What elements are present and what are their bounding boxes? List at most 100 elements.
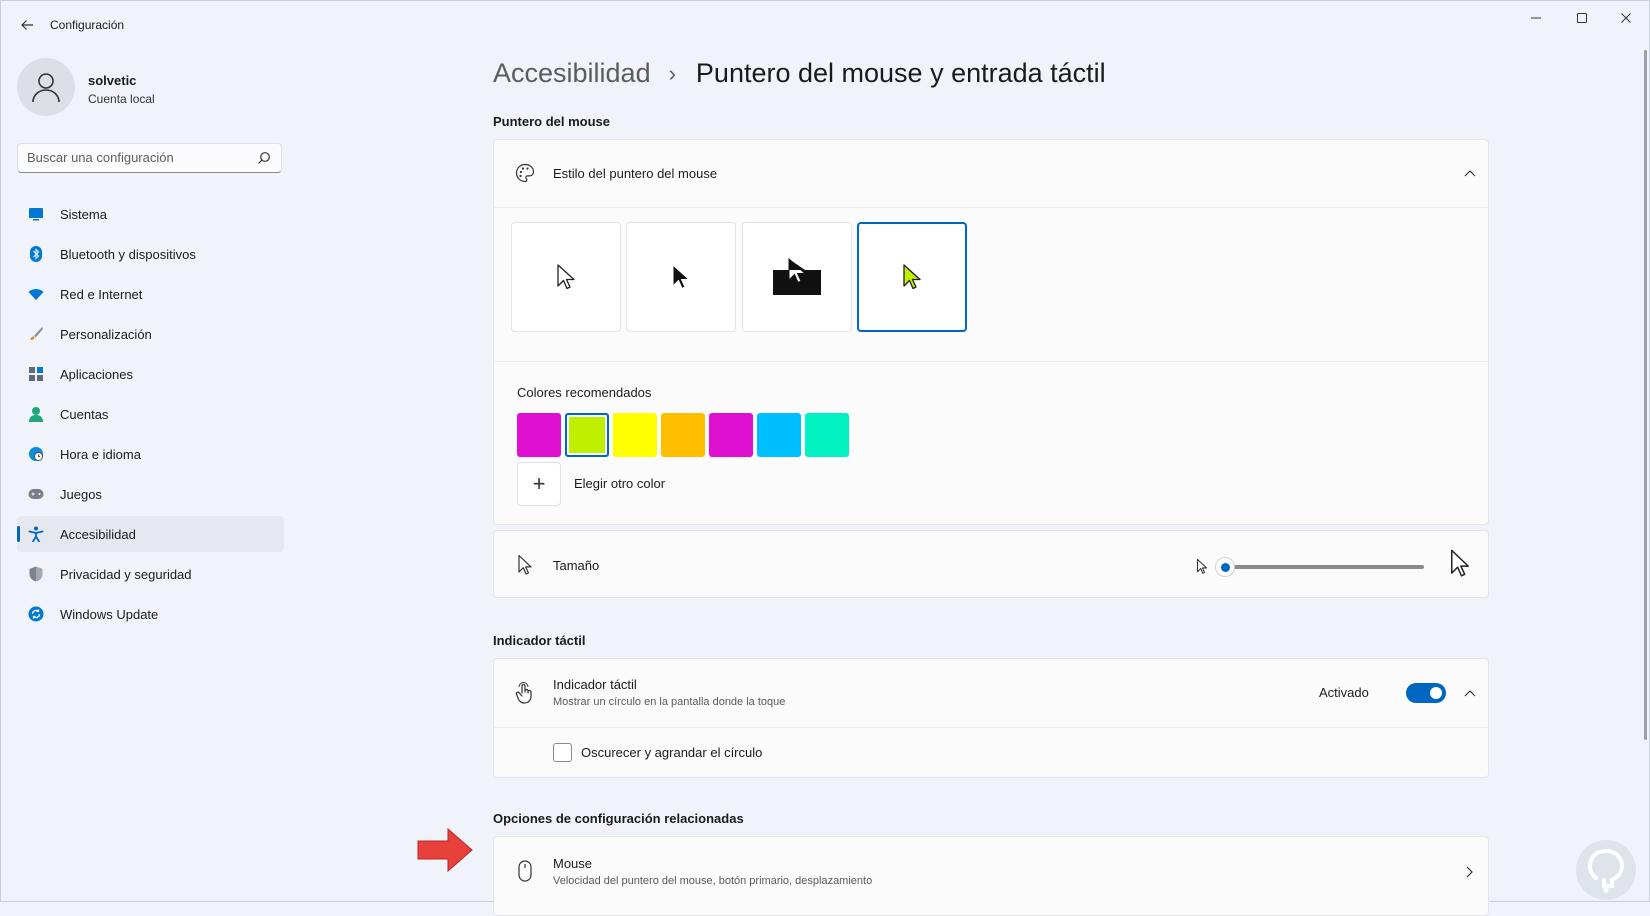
touch-indicator-toggle[interactable] [1406, 683, 1446, 703]
add-color-label: Elegir otro color [574, 476, 666, 491]
pointer-style-white[interactable] [511, 222, 621, 332]
toggle-knob [1430, 687, 1442, 699]
darken-circle-row: Oscurecer y agrandar el círculo [494, 727, 1488, 779]
user-icon [32, 73, 60, 103]
pointer-size-slider-thumb[interactable] [1216, 558, 1234, 576]
mouse-link-label: Mouse [553, 856, 593, 871]
mouse-icon [514, 860, 536, 882]
page-title: Puntero del mouse y entrada táctil [695, 58, 1106, 88]
globe-clock-icon [28, 446, 44, 462]
search-box[interactable] [17, 143, 282, 173]
sidebar-item-sistema[interactable]: Sistema [17, 196, 284, 232]
sidebar-item-personalizacion[interactable]: Personalización [17, 316, 284, 352]
sidebar-nav: Sistema Bluetooth y dispositivos Red e I… [17, 196, 284, 636]
divider [494, 207, 1488, 208]
breadcrumb: Accesibilidad › Puntero del mouse y entr… [493, 58, 1106, 89]
palette-icon [514, 162, 536, 184]
user-name: solvetic [88, 73, 137, 88]
color-swatch[interactable] [517, 413, 561, 457]
mouse-settings-link[interactable]: Mouse Velocidad del puntero del mouse, b… [493, 836, 1489, 916]
color-swatch[interactable] [757, 413, 801, 457]
maximize-button[interactable] [1559, 5, 1605, 31]
sidebar-item-label: Aplicaciones [60, 366, 133, 382]
breadcrumb-chevron-icon: › [668, 60, 676, 86]
pointer-style-card: Estilo del puntero del mouse Colores rec… [493, 139, 1489, 525]
mouse-link-description: Velocidad del puntero del mouse, botón p… [553, 875, 873, 887]
recommended-colors-label: Colores recomendados [517, 385, 652, 400]
maximize-icon [1577, 13, 1587, 23]
chevron-right-icon [1460, 862, 1480, 882]
section-title-mouse-pointer: Puntero del mouse [493, 114, 611, 129]
section-title-related: Opciones de configuración relacionadas [493, 811, 744, 826]
sidebar-item-windows-update[interactable]: Windows Update [17, 596, 284, 632]
sidebar-item-label: Cuentas [60, 406, 109, 422]
sidebar-item-aplicaciones[interactable]: Aplicaciones [17, 356, 284, 392]
sidebar-item-label: Red e Internet [60, 286, 143, 302]
search-input[interactable] [27, 150, 247, 165]
sidebar-item-label: Accesibilidad [60, 526, 136, 542]
account-icon [28, 406, 44, 422]
add-color-button[interactable]: + [517, 462, 561, 506]
touch-indicator-label: Indicador táctil [553, 677, 637, 692]
darken-circle-checkbox[interactable] [553, 743, 572, 762]
sidebar-item-hora[interactable]: Hora e idioma [17, 436, 284, 472]
sidebar-item-label: Hora e idioma [60, 446, 141, 462]
color-swatch[interactable] [709, 413, 753, 457]
pointer-style-custom[interactable] [857, 222, 967, 332]
system-icon [28, 206, 44, 222]
minimize-button[interactable] [1513, 5, 1559, 31]
search-icon[interactable] [257, 151, 271, 165]
brush-icon [28, 326, 44, 342]
color-swatch[interactable] [805, 413, 849, 457]
chevron-up-icon[interactable] [1460, 163, 1480, 183]
accessibility-icon [28, 526, 44, 542]
title-bar: Configuración [0, 0, 1650, 50]
inverted-pointer-icon [773, 257, 821, 295]
back-button[interactable] [14, 12, 40, 38]
color-swatch[interactable] [661, 413, 705, 457]
sidebar-item-juegos[interactable]: Juegos [17, 476, 284, 512]
white-pointer-icon [557, 264, 575, 290]
wifi-icon [28, 286, 44, 302]
sidebar-item-privacidad[interactable]: Privacidad y seguridad [17, 556, 284, 592]
breadcrumb-parent[interactable]: Accesibilidad [493, 58, 651, 89]
scrollbar[interactable] [1644, 50, 1647, 740]
sidebar-item-cuentas[interactable]: Cuentas [17, 396, 284, 432]
color-swatch[interactable] [565, 413, 609, 457]
account-type: Cuenta local [88, 92, 155, 106]
app-title: Configuración [50, 18, 125, 32]
minimize-icon [1531, 17, 1541, 19]
pointer-size-label: Tamaño [553, 558, 600, 573]
pointer-icon [514, 554, 536, 576]
close-button[interactable] [1603, 5, 1649, 31]
sidebar-item-label: Sistema [60, 206, 107, 222]
shield-icon [28, 566, 44, 582]
sidebar-item-bluetooth[interactable]: Bluetooth y dispositivos [17, 236, 284, 272]
pointer-size-slider-track[interactable] [1224, 565, 1424, 569]
pointer-style-black[interactable] [626, 222, 736, 332]
sidebar-item-red[interactable]: Red e Internet [17, 276, 284, 312]
logo-watermark-icon [1576, 840, 1636, 900]
color-swatch[interactable] [613, 413, 657, 457]
sidebar-item-label: Juegos [60, 486, 102, 502]
divider [494, 361, 1488, 362]
sidebar-item-label: Privacidad y seguridad [60, 566, 192, 582]
darken-circle-label: Oscurecer y agrandar el círculo [581, 745, 763, 760]
sidebar-item-label: Bluetooth y dispositivos [60, 246, 196, 262]
touch-indicator-header[interactable]: Indicador táctil Mostrar un círculo en l… [494, 659, 1488, 727]
chevron-up-icon[interactable] [1460, 683, 1480, 703]
plus-icon: + [532, 471, 546, 496]
pointer-size-card: Tamaño [493, 530, 1489, 598]
avatar[interactable] [17, 58, 75, 116]
touch-indicator-description: Mostrar un círculo en la pantalla donde … [553, 696, 786, 708]
apps-icon [28, 366, 44, 382]
back-arrow-icon [21, 20, 33, 30]
sidebar-item-accesibilidad[interactable]: Accesibilidad [17, 516, 284, 552]
sidebar-item-label: Personalización [60, 326, 152, 342]
black-pointer-icon [672, 264, 690, 289]
pointer-style-inverted[interactable] [742, 222, 852, 332]
toggle-state-label: Activado [1319, 685, 1369, 700]
sidebar-item-label: Windows Update [60, 606, 159, 622]
pointer-style-label: Estilo del puntero del mouse [553, 166, 718, 181]
pointer-style-header[interactable]: Estilo del puntero del mouse [494, 140, 1488, 207]
